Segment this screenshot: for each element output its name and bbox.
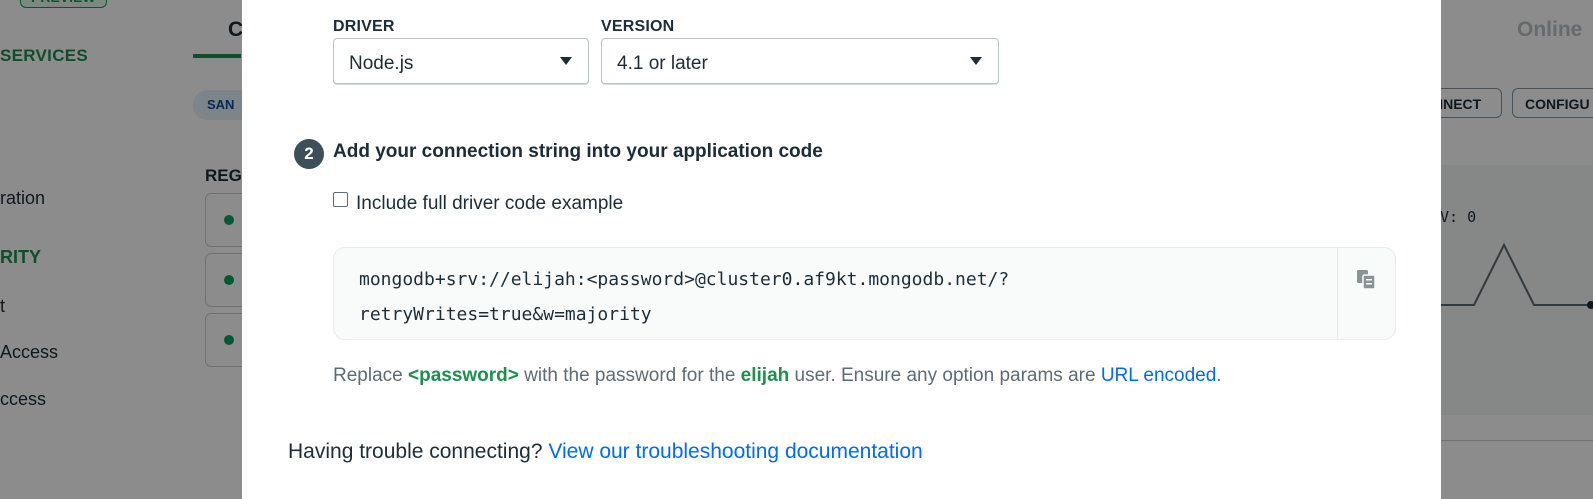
connection-string-line-1: mongodb+srv://elijah:<password>@cluster0… bbox=[359, 269, 1010, 290]
username-token: elijah bbox=[740, 365, 790, 386]
troubleshooting-line: Having trouble connecting? View our trou… bbox=[288, 440, 923, 464]
password-token: <password> bbox=[408, 365, 519, 386]
copy-icon bbox=[1357, 270, 1376, 290]
instructions-text: Replace bbox=[333, 365, 408, 386]
instructions-text: user. Ensure any option params are bbox=[789, 365, 1101, 386]
troubleshooting-text: Having trouble connecting? bbox=[288, 440, 549, 463]
version-select-value: 4.1 or later bbox=[617, 53, 708, 74]
driver-select-value: Node.js bbox=[349, 53, 414, 74]
chevron-down-icon bbox=[560, 57, 572, 65]
connection-string-box: mongodb+srv://elijah:<password>@cluster0… bbox=[333, 247, 1396, 340]
instructions-text: . bbox=[1216, 365, 1222, 386]
step-number-badge: 2 bbox=[294, 139, 324, 169]
troubleshooting-link[interactable]: View our troubleshooting documentation bbox=[548, 440, 922, 463]
password-instructions: Replace <password> with the password for… bbox=[333, 365, 1222, 387]
driver-select[interactable]: Node.js bbox=[333, 38, 589, 84]
url-encoded-link[interactable]: URL encoded bbox=[1101, 365, 1216, 386]
include-full-code-checkbox[interactable] bbox=[333, 192, 348, 207]
copy-button[interactable] bbox=[1337, 248, 1395, 339]
connection-string[interactable]: mongodb+srv://elijah:<password>@cluster0… bbox=[359, 262, 1009, 332]
connection-string-line-2: retryWrites=true&w=majority bbox=[359, 304, 652, 325]
chevron-down-icon bbox=[970, 57, 982, 65]
version-select[interactable]: 4.1 or later bbox=[601, 38, 999, 84]
driver-label: DRIVER bbox=[333, 18, 395, 35]
checkbox-label[interactable]: Include full driver code example bbox=[356, 193, 623, 215]
version-label: VERSION bbox=[601, 18, 675, 35]
step-title: Add your connection string into your app… bbox=[333, 141, 823, 162]
instructions-text: with the password for the bbox=[518, 365, 741, 386]
